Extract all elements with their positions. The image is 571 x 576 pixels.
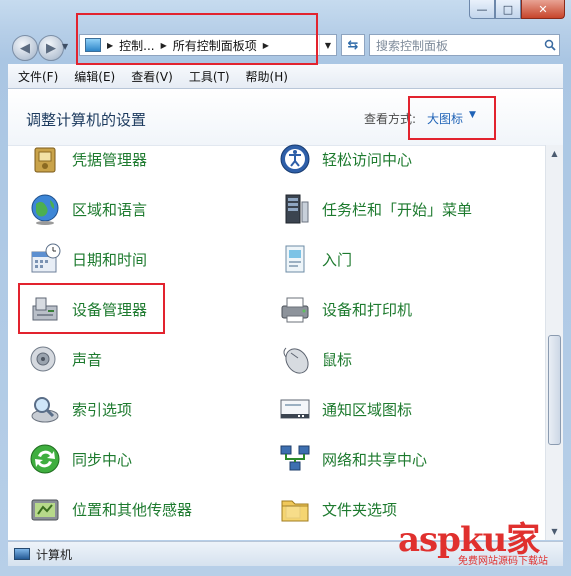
- recent-pages-dropdown-icon[interactable]: ▼: [62, 42, 70, 51]
- item-notification-icons[interactable]: 通知区域图标: [278, 389, 412, 429]
- breadcrumb-item-all-items[interactable]: 所有控制面板项: [173, 37, 257, 54]
- address-dropdown-icon[interactable]: ▼: [319, 35, 336, 55]
- item-getting-started[interactable]: 入门: [278, 239, 352, 279]
- refresh-button[interactable]: ⇆: [341, 34, 365, 56]
- item-label: 索引选项: [72, 400, 133, 419]
- calendar-clock-icon: [28, 242, 62, 276]
- item-device-manager[interactable]: 设备管理器: [28, 289, 147, 329]
- breadcrumb-chevron-icon[interactable]: ▶: [263, 41, 269, 50]
- item-label: 网络和共享中心: [322, 450, 428, 469]
- breadcrumb-item-control[interactable]: 控制...: [119, 37, 154, 54]
- sync-icon: [28, 442, 62, 476]
- window-frame: — □ ✕ ◀ ▶ ▼ ▶ 控制... ▶ 所有控制面板项 ▶ ▼ ⇆ 搜索控制…: [0, 0, 571, 576]
- item-label: 鼠标: [322, 350, 353, 369]
- folder-icon: [278, 492, 312, 526]
- scroll-up-icon[interactable]: ▲: [546, 145, 563, 162]
- item-date-time[interactable]: 日期和时间: [28, 239, 147, 279]
- item-label: 通知区域图标: [322, 400, 413, 419]
- item-devices-printers[interactable]: 设备和打印机: [278, 289, 412, 329]
- item-label: 文件夹选项: [322, 500, 398, 519]
- item-label: 入门: [322, 250, 353, 269]
- menu-view[interactable]: 查看(V): [125, 68, 179, 85]
- menu-bar: 文件(F) 编辑(E) 查看(V) 工具(T) 帮助(H): [8, 64, 563, 89]
- getting-started-icon: [278, 242, 312, 276]
- item-label: 日期和时间: [72, 250, 148, 269]
- item-label: 同步中心: [72, 450, 133, 469]
- accessibility-icon: [278, 142, 312, 176]
- search-icon[interactable]: [541, 36, 559, 54]
- search-placeholder: 搜索控制面板: [376, 38, 449, 53]
- sensor-icon: [28, 492, 62, 526]
- item-label: 轻松访问中心: [322, 150, 413, 169]
- item-region-language[interactable]: 区域和语言: [28, 189, 147, 229]
- scroll-down-icon[interactable]: ▼: [546, 523, 563, 540]
- network-icon: [278, 442, 312, 476]
- watermark-caption: 免费网站源码下载站: [458, 556, 548, 567]
- maximize-button[interactable]: □: [495, 0, 521, 19]
- item-location-sensors[interactable]: 位置和其他传感器: [28, 489, 192, 529]
- notification-area-icon: [278, 392, 312, 426]
- item-label: 凭据管理器: [72, 150, 148, 169]
- item-taskbar-start[interactable]: 任务栏和「开始」菜单: [278, 189, 472, 229]
- device-manager-icon: [28, 292, 62, 326]
- minimize-button[interactable]: —: [469, 0, 495, 19]
- item-mouse[interactable]: 鼠标: [278, 339, 352, 379]
- address-bar[interactable]: ▶ 控制... ▶ 所有控制面板项 ▶ ▼: [79, 34, 337, 56]
- item-indexing-options[interactable]: 索引选项: [28, 389, 132, 429]
- index-magnifier-icon: [28, 392, 62, 426]
- item-label: 区域和语言: [72, 200, 148, 219]
- computer-icon: [14, 548, 30, 560]
- menu-edit[interactable]: 编辑(E): [68, 68, 121, 85]
- mouse-icon: [278, 342, 312, 376]
- item-ease-of-access[interactable]: 轻松访问中心: [278, 139, 412, 179]
- printer-icon: [278, 292, 312, 326]
- item-network-sharing[interactable]: 网络和共享中心: [278, 439, 427, 479]
- item-label: 声音: [72, 350, 103, 369]
- item-label: 位置和其他传感器: [72, 500, 193, 519]
- vertical-scrollbar[interactable]: ▲ ▼: [545, 145, 563, 540]
- speaker-icon: [28, 342, 62, 376]
- item-label: 设备和打印机: [322, 300, 413, 319]
- item-label: 任务栏和「开始」菜单: [322, 200, 473, 219]
- control-panel-icon: [85, 38, 101, 52]
- menu-tools[interactable]: 工具(T): [183, 68, 236, 85]
- close-button[interactable]: ✕: [521, 0, 565, 19]
- forward-button[interactable]: ▶: [38, 35, 64, 61]
- page-title: 调整计算机的设置: [26, 111, 147, 129]
- credential-manager-icon: [28, 142, 62, 176]
- menu-help[interactable]: 帮助(H): [240, 68, 294, 85]
- content-pane: 调整计算机的设置 查看方式: 大图标 ▼ 凭据管理器 区域和语言 日期和时间 设…: [8, 89, 563, 540]
- menu-file[interactable]: 文件(F): [12, 68, 64, 85]
- globe-icon: [28, 192, 62, 226]
- item-label: 设备管理器: [72, 300, 148, 319]
- breadcrumb-chevron-icon[interactable]: ▶: [161, 41, 167, 50]
- search-input[interactable]: 搜索控制面板: [369, 34, 560, 56]
- taskbar-icon: [278, 192, 312, 226]
- scroll-thumb[interactable]: [548, 335, 561, 445]
- item-sound[interactable]: 声音: [28, 339, 102, 379]
- back-button[interactable]: ◀: [12, 35, 38, 61]
- item-sync-center[interactable]: 同步中心: [28, 439, 132, 479]
- view-by-dropdown[interactable]: 大图标: [427, 110, 463, 127]
- breadcrumb-chevron-icon[interactable]: ▶: [107, 41, 113, 50]
- view-by-label: 查看方式:: [364, 112, 417, 126]
- content-header: 调整计算机的设置 查看方式: 大图标 ▼: [8, 89, 563, 146]
- status-text: 计算机: [36, 547, 73, 562]
- view-dropdown-caret-icon[interactable]: ▼: [469, 110, 476, 120]
- caption-buttons: — □ ✕: [469, 0, 565, 20]
- item-credential-manager[interactable]: 凭据管理器: [28, 139, 147, 179]
- item-folder-options[interactable]: 文件夹选项: [278, 489, 397, 529]
